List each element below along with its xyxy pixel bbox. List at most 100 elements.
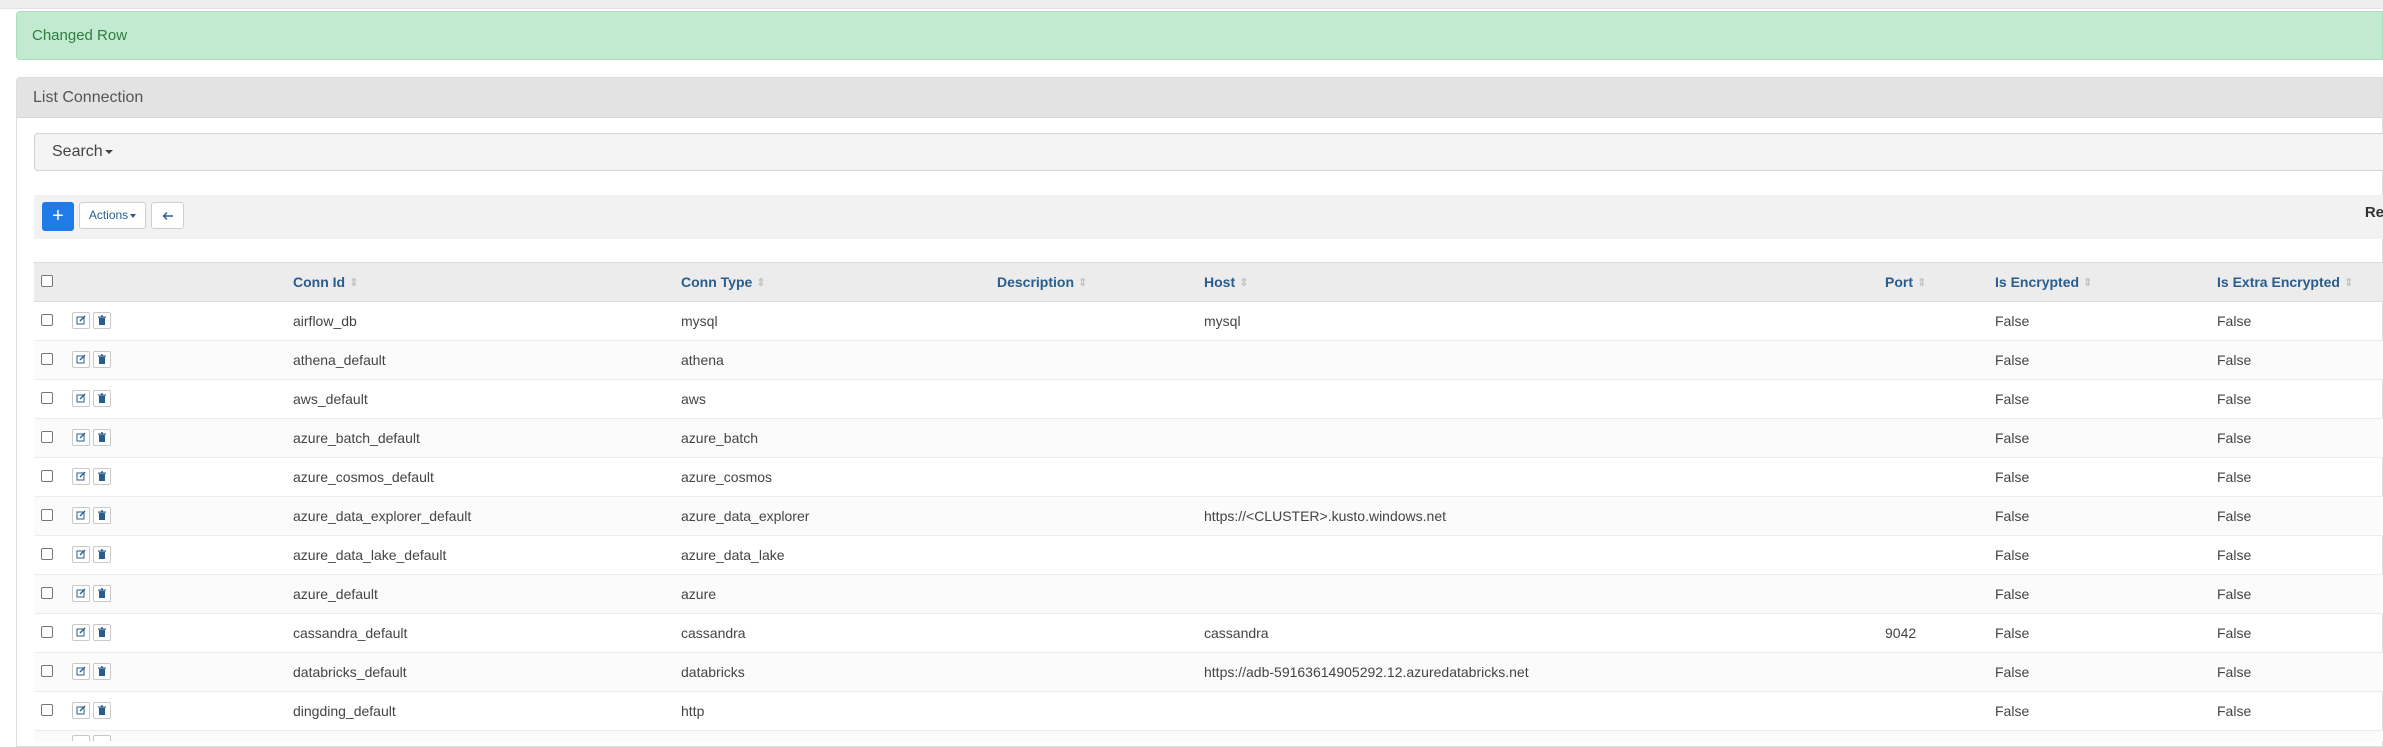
edit-record-button[interactable] [72,624,90,641]
edit-record-button[interactable] [72,312,90,329]
column-header-description[interactable]: Description ⇕ [997,263,1087,302]
is-extra-encrypted-cell: False [2217,625,2252,641]
row-checkbox[interactable] [41,314,53,326]
table-row: athena_default athena False False [34,341,2383,380]
edit-record-button[interactable] [72,429,90,446]
table-row: cassandra_default cassandra cassandra 9042 F… [34,614,2383,653]
edit-record-button[interactable] [72,546,90,563]
column-header-conn-id[interactable]: Conn Id ⇕ [293,263,358,302]
edit-record-button[interactable] [72,702,90,719]
is-extra-encrypted-cell: False [2217,352,2252,368]
host-cell: mysql [1204,313,1241,329]
conn-id-cell: airflow_db [293,313,357,329]
table-body: airflow_db mysql mysql False False athena_def… [34,302,2383,741]
edit-record-button[interactable] [72,507,90,524]
conn-type-cell: mysql [681,313,718,329]
is-extra-encrypted-cell: False [2217,547,2252,563]
is-extra-encrypted-cell: False [2217,313,2252,329]
column-header-conn-type[interactable]: Conn Type ⇕ [681,263,766,302]
edit-record-button[interactable] [72,663,90,680]
table-row: azure_batch_default azure_batch False False [34,419,2383,458]
is-extra-encrypted-cell: False [2217,664,2252,680]
row-checkbox[interactable] [41,548,53,560]
is-encrypted-cell: False [1995,469,2030,485]
edit-record-button[interactable] [72,735,90,741]
delete-record-button[interactable] [93,312,111,329]
delete-record-button[interactable] [93,468,111,485]
row-checkbox[interactable] [41,509,53,521]
delete-record-button[interactable] [93,351,111,368]
row-checkbox[interactable] [41,665,53,677]
delete-record-button[interactable] [93,624,111,641]
trash-icon [98,471,106,481]
delete-record-button[interactable] [93,585,111,602]
conn-id-cell: dingding_default [293,703,396,719]
trash-icon [98,393,106,403]
delete-record-button[interactable] [93,546,111,563]
row-checkbox[interactable] [41,392,53,404]
trash-icon [98,549,106,559]
table-row: airflow_db mysql mysql False False [34,302,2383,341]
column-header-host[interactable]: Host ⇕ [1204,263,1248,302]
column-header-label: Conn Id [293,274,346,290]
record-count-label: Re [2364,204,2383,221]
select-all-checkbox[interactable] [41,275,53,287]
edit-record-button[interactable] [72,351,90,368]
edit-icon [76,432,86,442]
delete-record-button[interactable] [93,663,111,680]
port-cell: 9042 [1885,625,1917,641]
column-header-label: Host [1204,274,1236,290]
is-extra-encrypted-cell: False [2217,508,2252,524]
row-checkbox[interactable] [41,431,53,443]
row-checkbox[interactable] [41,353,53,365]
row-checkbox[interactable] [41,626,53,638]
delete-record-button[interactable] [93,702,111,719]
table-row: dingding_default http False False [34,692,2383,731]
is-encrypted-cell: False [1995,547,2030,563]
delete-record-button[interactable] [93,507,111,524]
connections-table: Conn Id ⇕ Conn Type ⇕ Description ⇕ Host ⇕ P… [34,262,2383,741]
actions-dropdown-button[interactable]: Actions [79,202,146,229]
column-header-port[interactable]: Port ⇕ [1885,263,1926,302]
edit-icon [76,549,86,559]
row-checkbox[interactable] [41,587,53,599]
chevron-down-icon [130,213,137,218]
row-checkbox[interactable] [41,704,53,716]
delete-record-button[interactable] [93,429,111,446]
is-extra-encrypted-cell: False [2217,430,2252,446]
trash-icon [98,627,106,637]
column-header-is-encrypted[interactable]: Is Encrypted ⇕ [1995,263,2092,302]
is-encrypted-cell: False [1995,430,2030,446]
actions-label: Actions [88,208,129,222]
list-toolbar: + Actions Re [34,195,2383,239]
search-toggle[interactable]: Search [34,133,2383,171]
is-encrypted-cell: False [1995,508,2030,524]
edit-icon [76,510,86,520]
conn-type-cell: azure_data_explorer [681,508,810,524]
edit-record-button[interactable] [72,390,90,407]
column-header-label: Port [1885,274,1913,290]
conn-id-cell: aws_default [293,391,368,407]
trash-icon [98,588,106,598]
edit-record-button[interactable] [72,585,90,602]
edit-record-button[interactable] [72,468,90,485]
top-navbar [0,0,2383,9]
search-label: Search [52,143,103,160]
conn-id-cell: databricks_default [293,664,407,680]
sort-icon: ⇕ [756,277,765,289]
delete-record-button[interactable] [93,390,111,407]
row-checkbox[interactable] [41,470,53,482]
column-header-label: Conn Type [681,274,753,290]
delete-record-button[interactable] [93,735,111,741]
is-encrypted-cell: False [1995,664,2030,680]
list-connection-panel: List Connection Search + Actions Re Conn… [16,77,2383,747]
add-connection-button[interactable]: + [42,202,74,231]
table-row: azure_default azure False False [34,575,2383,614]
conn-id-cell: azure_data_lake_default [293,547,447,563]
edit-icon [76,705,86,715]
back-button[interactable] [151,202,184,229]
column-header-is-extra-encrypted[interactable]: Is Extra Encrypted ⇕ [2217,263,2353,302]
is-encrypted-cell: False [1995,625,2030,641]
panel-title: List Connection [17,78,2382,118]
is-extra-encrypted-cell: False [2217,703,2252,719]
